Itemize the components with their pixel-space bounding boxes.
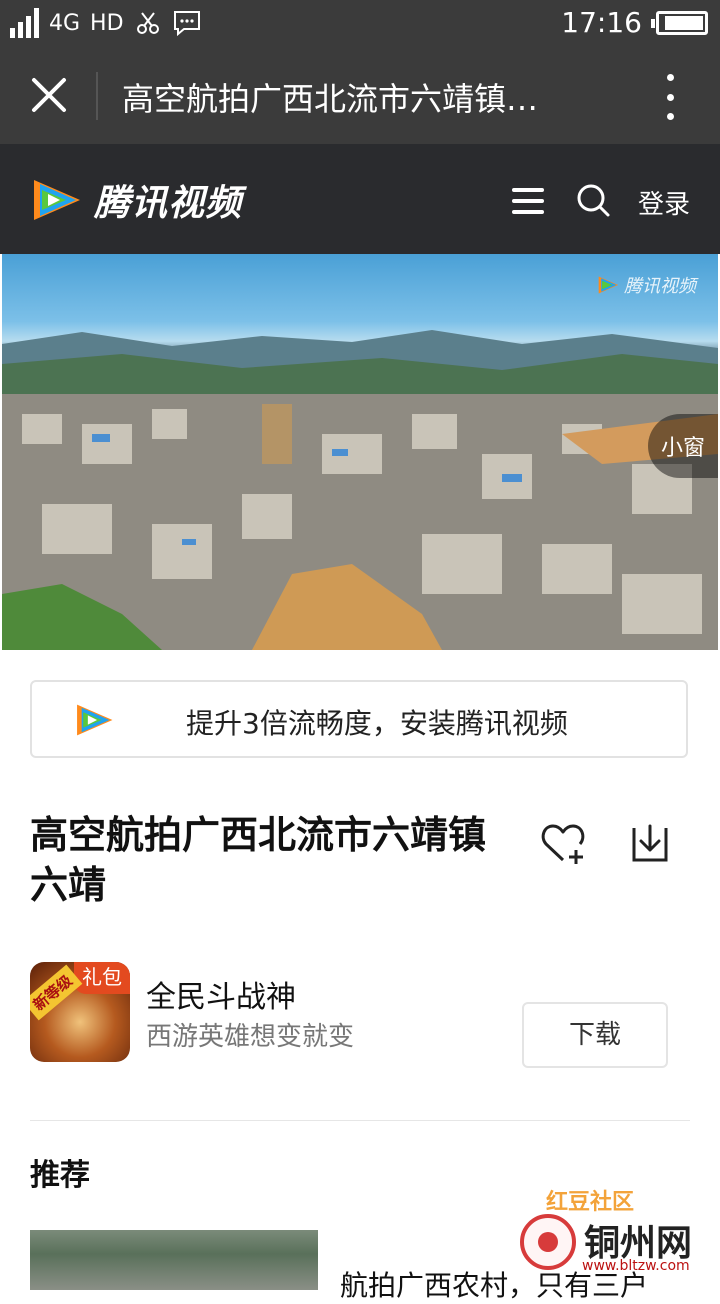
hd-label: HD [90, 10, 124, 36]
download-icon[interactable] [630, 822, 670, 864]
more-menu-icon[interactable] [660, 74, 680, 120]
play-logo-icon [34, 180, 80, 220]
status-bar: 4G HD 17:16 [0, 0, 720, 48]
video-watermark: 腾讯视频 [596, 272, 696, 298]
site-url: www.bltzw.com [582, 1258, 690, 1274]
browser-title-bar: 高空航拍广西北流市六靖镇… [0, 48, 720, 144]
title-divider [96, 72, 98, 120]
signal-icon [10, 8, 39, 38]
install-app-banner[interactable]: 提升3倍流畅度，安装腾讯视频 [30, 680, 688, 758]
site-header: 腾讯视频 登录 [0, 144, 720, 254]
game-name[interactable]: 全民斗战神 [146, 972, 296, 1016]
game-description: 西游英雄想变就变 [146, 1022, 355, 1052]
battery-icon [651, 10, 708, 35]
community-label: 红豆社区 [546, 1190, 635, 1215]
search-icon[interactable] [575, 182, 611, 218]
tencent-video-logo[interactable]: 腾讯视频 [28, 174, 242, 226]
section-divider [30, 1120, 690, 1121]
close-icon[interactable] [24, 70, 74, 120]
game-download-button[interactable]: 下载 [522, 1002, 668, 1068]
game-app-icon[interactable]: 礼包 新等级 [30, 962, 130, 1062]
mini-window-button[interactable]: 小窗 [648, 414, 718, 478]
install-banner-text: 提升3倍流畅度，安装腾讯视频 [186, 707, 568, 740]
network-label: 4G [49, 10, 81, 36]
gift-tag: 礼包 [74, 962, 130, 994]
clock: 17:16 [561, 6, 642, 39]
play-logo-icon [77, 704, 113, 736]
play-logo-icon [598, 276, 619, 294]
watermark-text: 腾讯视频 [624, 276, 696, 297]
page-title: 高空航拍广西北流市六靖镇… [122, 80, 539, 118]
video-player[interactable]: 腾讯视频 小窗 [2, 254, 718, 650]
site-watermark: 红豆社区 铜州网 www.bltzw.com [516, 1184, 716, 1280]
recommend-thumbnail[interactable] [30, 1230, 318, 1290]
town-scene [2, 394, 718, 650]
recommend-section-title: 推荐 [30, 1158, 90, 1193]
favorite-add-icon[interactable] [540, 822, 586, 866]
menu-icon[interactable] [512, 188, 544, 214]
scissors-icon [136, 12, 159, 34]
seal-icon [520, 1214, 576, 1270]
message-icon [173, 11, 200, 37]
mountains-scene [2, 330, 718, 394]
logo-text: 腾讯视频 [94, 183, 243, 224]
video-title: 高空航拍广西北流市六靖镇六靖 [30, 813, 487, 907]
login-button[interactable]: 登录 [638, 184, 690, 221]
